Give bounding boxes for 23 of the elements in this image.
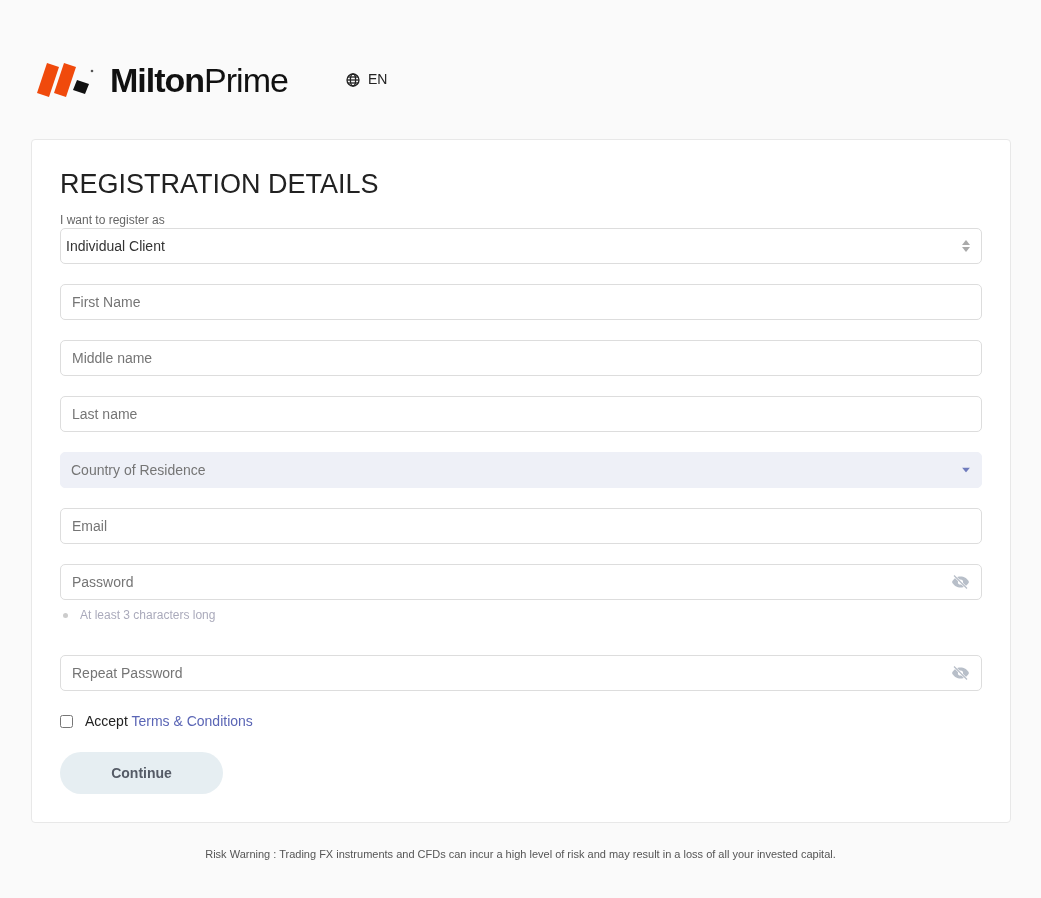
form-title: REGISTRATION DETAILS bbox=[60, 168, 380, 201]
logo-icon bbox=[37, 62, 94, 97]
brand-name: MiltonPrime bbox=[110, 62, 288, 97]
country-dropdown[interactable]: Country of Residence bbox=[60, 452, 982, 489]
input-field[interactable]: Middle name bbox=[60, 340, 982, 377]
password-field[interactable]: Password bbox=[60, 564, 982, 601]
input-field[interactable]: Email bbox=[60, 508, 982, 545]
globe-icon[interactable] bbox=[345, 72, 360, 87]
language-selector[interactable]: EN bbox=[367, 69, 388, 90]
register-type-select[interactable]: Individual Client bbox=[60, 228, 982, 265]
field-label: I want to register as bbox=[60, 214, 166, 227]
terms-link[interactable]: Terms & Conditions bbox=[131, 713, 253, 730]
input-field[interactable]: First Name bbox=[60, 284, 982, 321]
bullet-icon bbox=[63, 612, 68, 618]
caret-icon bbox=[962, 467, 970, 473]
risk-warning: Risk Warning : Trading FX instruments and CFDs can incur a high level of risk and may result in a loss of all your invested capital. bbox=[204, 847, 837, 863]
password-field[interactable]: Repeat Password bbox=[60, 655, 982, 692]
input-field[interactable]: Last name bbox=[60, 396, 982, 433]
accept-label: Accept bbox=[85, 713, 128, 730]
continue-button[interactable]: Continue bbox=[60, 752, 223, 795]
password-hint: At least 3 characters long bbox=[80, 607, 216, 625]
sort-arrows-icon bbox=[962, 239, 970, 254]
terms-checkbox[interactable] bbox=[60, 715, 73, 729]
